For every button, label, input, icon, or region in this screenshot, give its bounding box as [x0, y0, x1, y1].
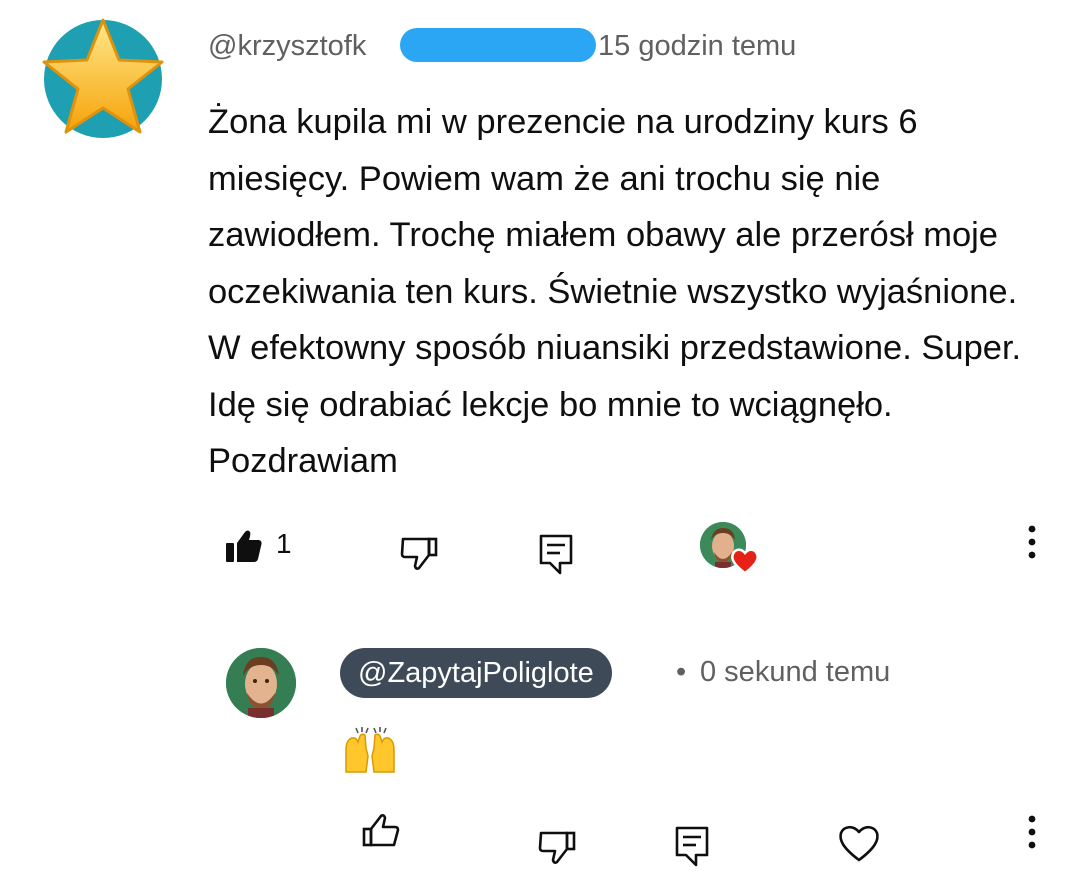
thumbs-down-icon: [400, 537, 438, 570]
reply-button[interactable]: [536, 532, 576, 576]
reply-username-chip[interactable]: @ZapytajPoliglote: [340, 648, 612, 698]
reply-comment-icon: [675, 826, 709, 867]
heart-icon: [839, 825, 879, 862]
thumbs-down-icon: [538, 831, 576, 864]
separator-dot: •: [676, 656, 687, 688]
more-vertical-icon: [1028, 525, 1036, 559]
username-redaction: [400, 28, 596, 62]
reply-more-button[interactable]: [1020, 812, 1044, 852]
reply-like-button[interactable]: [360, 812, 402, 852]
reply-author-face-icon: [226, 648, 296, 718]
thumbs-up-filled-icon: [226, 530, 262, 562]
more-vertical-icon: [1028, 815, 1036, 849]
reply-dislike-button[interactable]: [536, 826, 578, 866]
comment-username[interactable]: @krzysztofk: [208, 30, 366, 63]
thumbs-up-icon: [362, 814, 400, 847]
star-icon: [42, 18, 164, 134]
comment-text: Żona kupila mi w prezencie na urodziny k…: [208, 103, 1022, 480]
comment-timestamp[interactable]: 15 godzin temu: [598, 30, 796, 63]
like-count: 1: [276, 528, 292, 559]
reply-timestamp[interactable]: 0 sekund temu: [700, 656, 890, 689]
reply-avatar[interactable]: [226, 648, 296, 718]
comment-more-button[interactable]: [1020, 522, 1044, 562]
like-button[interactable]: [224, 528, 264, 564]
heart-filled-icon: [731, 548, 759, 575]
creator-heart-badge: [730, 547, 760, 580]
reply-comment-icon: [539, 534, 573, 575]
commenter-avatar[interactable]: [42, 18, 164, 138]
raising-hands-emoji: [342, 726, 398, 774]
reply-heart-button[interactable]: [836, 822, 882, 864]
dislike-button[interactable]: [398, 532, 440, 572]
reply-reply-button[interactable]: [672, 824, 712, 868]
